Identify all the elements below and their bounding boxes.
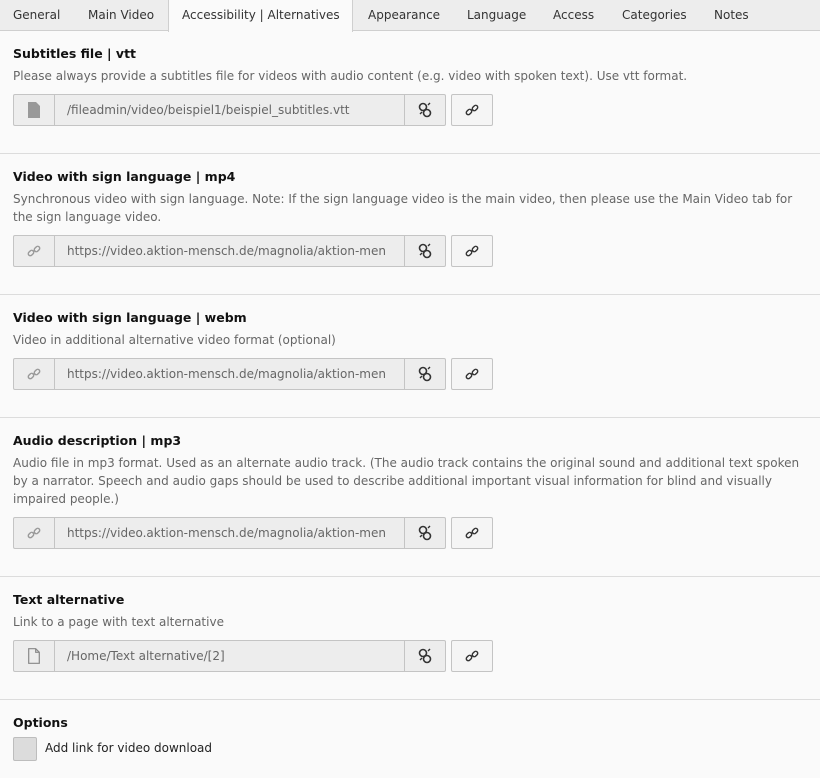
link-icon[interactable] bbox=[451, 235, 493, 267]
file-icon bbox=[14, 95, 55, 125]
section-title: Video with sign language | webm bbox=[13, 310, 247, 325]
tab-language[interactable]: Language bbox=[467, 0, 526, 31]
page-icon bbox=[14, 641, 55, 671]
broken-link-icon[interactable] bbox=[404, 95, 445, 125]
section-subtitles: Subtitles file | vtt Please always provi… bbox=[0, 31, 820, 154]
broken-link-icon[interactable] bbox=[404, 236, 445, 266]
description-line: by a narrator. Speech and audio gaps sho… bbox=[13, 474, 772, 488]
section-description: Video in additional alternative video fo… bbox=[13, 333, 336, 347]
audio-description-value[interactable]: https://video.aktion-mensch.de/magnolia/… bbox=[67, 518, 405, 548]
link-icon bbox=[14, 236, 55, 266]
broken-link-icon[interactable] bbox=[404, 641, 445, 671]
section-sign-language-webm: Video with sign language | webm Video in… bbox=[0, 295, 820, 418]
tab-categories[interactable]: Categories bbox=[622, 0, 687, 31]
tab-accessibility-alternatives[interactable]: Accessibility | Alternatives bbox=[168, 0, 353, 32]
description-line: the sign language video. bbox=[13, 210, 162, 224]
description-line: Audio file in mp3 format. Used as an alt… bbox=[13, 456, 800, 470]
section-title: Text alternative bbox=[13, 592, 125, 607]
link-icon[interactable] bbox=[451, 94, 493, 126]
video-download-checkbox-label[interactable]: Add link for video download bbox=[45, 741, 212, 755]
tab-main-video[interactable]: Main Video bbox=[88, 0, 154, 31]
section-title: Subtitles file | vtt bbox=[13, 46, 137, 61]
options-title: Options bbox=[13, 715, 68, 730]
section-description: Please always provide a subtitles file f… bbox=[13, 69, 688, 83]
tab-notes[interactable]: Notes bbox=[714, 0, 749, 31]
section-sign-language-mp4: Video with sign language | mp4 Synchrono… bbox=[0, 154, 820, 295]
subtitles-file-field[interactable]: /fileadmin/video/beispiel1/beispiel_subt… bbox=[13, 94, 446, 126]
subtitles-file-value[interactable]: /fileadmin/video/beispiel1/beispiel_subt… bbox=[67, 95, 405, 125]
section-title: Audio description | mp3 bbox=[13, 433, 182, 448]
section-title: Video with sign language | mp4 bbox=[13, 169, 236, 184]
description-line: Synchronous video with sign language. No… bbox=[13, 192, 793, 206]
broken-link-icon[interactable] bbox=[404, 518, 445, 548]
text-alternative-field[interactable]: /Home/Text alternative/[2] bbox=[13, 640, 446, 672]
link-icon[interactable] bbox=[451, 517, 493, 549]
text-alternative-value[interactable]: /Home/Text alternative/[2] bbox=[67, 641, 405, 671]
tab-bar: General Main Video Accessibility | Alter… bbox=[0, 0, 820, 32]
sign-language-webm-value[interactable]: https://video.aktion-mensch.de/magnolia/… bbox=[67, 359, 405, 389]
tab-appearance[interactable]: Appearance bbox=[368, 0, 440, 31]
sign-language-mp4-value[interactable]: https://video.aktion-mensch.de/magnolia/… bbox=[67, 236, 405, 266]
section-description: Audio file in mp3 format. Used as an alt… bbox=[13, 454, 813, 508]
section-description: Synchronous video with sign language. No… bbox=[13, 190, 813, 226]
link-icon[interactable] bbox=[451, 358, 493, 390]
link-icon[interactable] bbox=[451, 640, 493, 672]
video-download-checkbox[interactable] bbox=[13, 737, 37, 761]
section-description: Link to a page with text alternative bbox=[13, 615, 224, 629]
sign-language-webm-field[interactable]: https://video.aktion-mensch.de/magnolia/… bbox=[13, 358, 446, 390]
link-icon bbox=[14, 518, 55, 548]
tab-access[interactable]: Access bbox=[553, 0, 594, 31]
tab-general[interactable]: General bbox=[13, 0, 60, 31]
description-line: impaired people.) bbox=[13, 492, 119, 506]
sign-language-mp4-field[interactable]: https://video.aktion-mensch.de/magnolia/… bbox=[13, 235, 446, 267]
broken-link-icon[interactable] bbox=[404, 359, 445, 389]
audio-description-field[interactable]: https://video.aktion-mensch.de/magnolia/… bbox=[13, 517, 446, 549]
section-audio-description: Audio description | mp3 Audio file in mp… bbox=[0, 418, 820, 577]
link-icon bbox=[14, 359, 55, 389]
section-text-alternative: Text alternative Link to a page with tex… bbox=[0, 577, 820, 700]
